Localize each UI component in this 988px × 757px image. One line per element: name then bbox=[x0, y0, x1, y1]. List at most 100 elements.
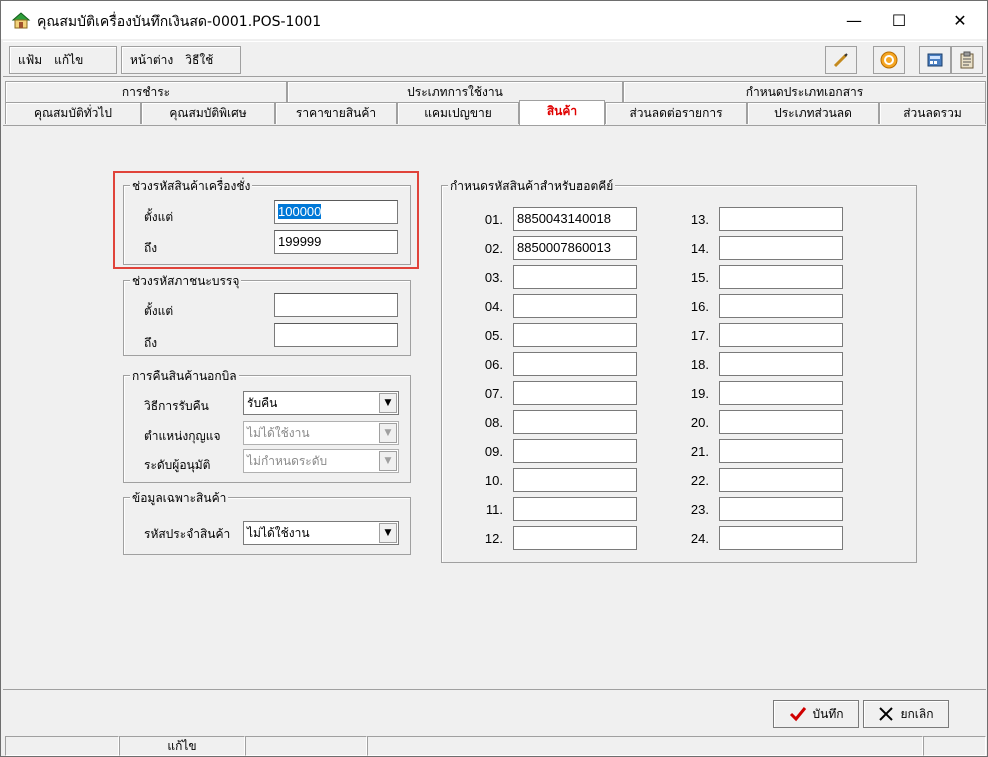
calculator-tool-button[interactable] bbox=[919, 46, 951, 74]
save-button[interactable]: บันทึก bbox=[773, 700, 859, 728]
hotkey-input[interactable] bbox=[719, 352, 843, 376]
x-icon bbox=[879, 707, 894, 721]
hotkey-input[interactable] bbox=[513, 497, 637, 521]
hotkey-input[interactable] bbox=[719, 236, 843, 260]
hotkey-input[interactable] bbox=[719, 410, 843, 434]
hotkey-number: 03. bbox=[484, 270, 503, 285]
target-tool-button[interactable] bbox=[873, 46, 905, 74]
chevron-down-icon: ▼ bbox=[379, 423, 397, 443]
save-label: บันทึก bbox=[812, 706, 844, 721]
status-mode: แก้ไข bbox=[119, 736, 245, 756]
app-house-icon bbox=[11, 10, 31, 30]
product-code-label: รหัสประจำสินค้า bbox=[144, 527, 231, 541]
hotkey-number: 12. bbox=[484, 531, 503, 546]
tab-campaign[interactable]: แคมเปญขาย bbox=[397, 102, 519, 124]
hotkey-number: 22. bbox=[690, 473, 709, 488]
hotkey-input[interactable] bbox=[719, 439, 843, 463]
pen-icon bbox=[833, 53, 848, 68]
hotkey-number: 23. bbox=[690, 502, 709, 517]
hotkey-number: 19. bbox=[690, 386, 709, 401]
hotkey-number: 09. bbox=[484, 444, 503, 459]
hotkey-input[interactable] bbox=[719, 497, 843, 521]
package-from-label: ตั้งแต่ bbox=[144, 304, 174, 318]
status-cell-3 bbox=[245, 736, 367, 756]
hotkey-number: 10. bbox=[484, 473, 503, 488]
close-button[interactable]: ✕ bbox=[937, 1, 983, 39]
tab-item-discount[interactable]: ส่วนลดต่อรายการ bbox=[605, 102, 747, 124]
hotkey-input[interactable] bbox=[719, 381, 843, 405]
menu-edit[interactable]: แก้ไข bbox=[54, 51, 83, 70]
hotkey-number: 01. bbox=[484, 212, 503, 227]
approver-level-select[interactable]: ไม่กำหนดระดับ ▼ bbox=[243, 449, 399, 473]
action-bar: บันทึก ยกเลิก bbox=[3, 689, 986, 733]
hotkey-number: 13. bbox=[690, 212, 709, 227]
hotkey-input[interactable] bbox=[513, 410, 637, 434]
hotkey-input[interactable] bbox=[513, 526, 637, 550]
hotkey-input[interactable] bbox=[719, 265, 843, 289]
package-code-title: ช่วงรหัสภาชนะบรรจุ bbox=[130, 272, 242, 291]
hotkey-input[interactable] bbox=[719, 323, 843, 347]
hotkey-number: 04. bbox=[484, 299, 503, 314]
chevron-down-icon[interactable]: ▼ bbox=[379, 393, 397, 413]
target-icon bbox=[880, 51, 898, 69]
hotkey-number: 20. bbox=[690, 415, 709, 430]
hotkey-number: 16. bbox=[690, 299, 709, 314]
hotkey-input[interactable] bbox=[719, 468, 843, 492]
hotkey-input[interactable] bbox=[513, 352, 637, 376]
return-method-label: วิธีการรับคืน bbox=[144, 399, 209, 413]
return-method-select[interactable]: รับคืน ▼ bbox=[243, 391, 399, 415]
hotkey-number: 05. bbox=[484, 328, 503, 343]
title-bar[interactable]: คุณสมบัติเครื่องบันทึกเงินสด-0001.POS-10… bbox=[1, 1, 987, 39]
tab-payment[interactable]: การชำระ bbox=[5, 81, 287, 103]
resize-grip[interactable] bbox=[923, 736, 986, 756]
menu-group-file-edit: แฟ้ม แก้ไข bbox=[9, 46, 117, 74]
tab-general[interactable]: คุณสมบัติทั่วไป bbox=[5, 102, 141, 124]
highlight-box bbox=[113, 171, 419, 269]
chevron-down-icon[interactable]: ▼ bbox=[379, 523, 397, 543]
tab-product[interactable]: สินค้า bbox=[519, 100, 605, 125]
hotkey-input[interactable] bbox=[513, 265, 637, 289]
hotkey-input[interactable] bbox=[513, 381, 637, 405]
tab-discount-type[interactable]: ประเภทส่วนลด bbox=[747, 102, 879, 124]
menu-toolbar: แฟ้ม แก้ไข หน้าต่าง วิธีใช้ bbox=[3, 41, 986, 77]
clipboard-tool-button[interactable] bbox=[951, 46, 983, 74]
window-title: คุณสมบัติเครื่องบันทึกเงินสด-0001.POS-10… bbox=[37, 14, 322, 30]
hotkey-input[interactable] bbox=[719, 207, 843, 231]
hotkey-input[interactable] bbox=[719, 526, 843, 550]
product-info-title: ข้อมูลเฉพาะสินค้า bbox=[130, 489, 229, 508]
hotkey-input[interactable]: 8850007860013 bbox=[513, 236, 637, 260]
status-cell-1 bbox=[5, 736, 119, 756]
key-position-select[interactable]: ไม่ได้ใช้งาน ▼ bbox=[243, 421, 399, 445]
tab-special[interactable]: คุณสมบัติพิเศษ bbox=[141, 102, 275, 124]
menu-help[interactable]: วิธีใช้ bbox=[185, 51, 213, 70]
cancel-button[interactable]: ยกเลิก bbox=[863, 700, 949, 728]
hotkey-number: 24. bbox=[690, 531, 709, 546]
product-code-select[interactable]: ไม่ได้ใช้งาน ▼ bbox=[243, 521, 399, 545]
hotkey-number: 14. bbox=[690, 241, 709, 256]
return-title: การคืนสินค้านอกบิล bbox=[130, 367, 239, 386]
tab-total-discount[interactable]: ส่วนลดรวม bbox=[879, 102, 986, 124]
menu-group-window-help: หน้าต่าง วิธีใช้ bbox=[121, 46, 241, 74]
pen-tool-button[interactable] bbox=[825, 46, 857, 74]
hotkey-input[interactable]: 8850043140018 bbox=[513, 207, 637, 231]
package-from-input[interactable] bbox=[274, 293, 398, 317]
package-to-input[interactable] bbox=[274, 323, 398, 347]
tab-price[interactable]: ราคาขายสินค้า bbox=[275, 102, 397, 124]
minimize-icon: — bbox=[846, 10, 862, 30]
minimize-button[interactable]: — bbox=[831, 1, 877, 39]
hotkey-input[interactable] bbox=[513, 439, 637, 463]
maximize-button[interactable]: ☐ bbox=[876, 1, 922, 39]
hotkey-input[interactable] bbox=[513, 468, 637, 492]
check-icon bbox=[789, 707, 806, 722]
properties-window: คุณสมบัติเครื่องบันทึกเงินสด-0001.POS-10… bbox=[0, 0, 988, 757]
hotkey-number: 18. bbox=[690, 357, 709, 372]
hotkey-input[interactable] bbox=[719, 294, 843, 318]
hotkey-number: 21. bbox=[690, 444, 709, 459]
status-cell-4 bbox=[367, 736, 923, 756]
close-icon: ✕ bbox=[953, 10, 967, 30]
menu-file[interactable]: แฟ้ม bbox=[18, 51, 42, 70]
menu-window[interactable]: หน้าต่าง bbox=[130, 51, 173, 70]
hotkey-input[interactable] bbox=[513, 294, 637, 318]
hotkey-input[interactable] bbox=[513, 323, 637, 347]
tab-document-type[interactable]: กำหนดประเภทเอกสาร bbox=[623, 81, 986, 103]
